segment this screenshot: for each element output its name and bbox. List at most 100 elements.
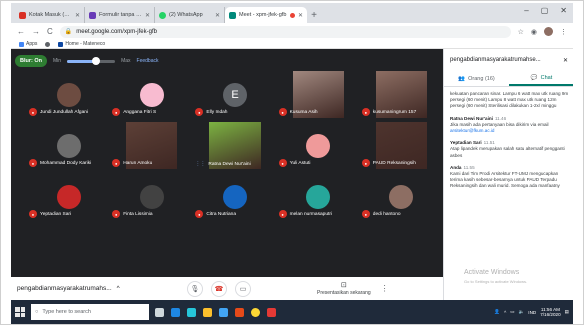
microphone-button[interactable]: 🎙 bbox=[187, 280, 203, 297]
message-sender: Anda bbox=[450, 164, 462, 170]
language-indicator[interactable]: IND bbox=[528, 310, 536, 315]
taskbar-apps bbox=[155, 307, 276, 317]
volume-icon[interactable]: 🔈 bbox=[519, 309, 525, 315]
participant-tile[interactable]: ⋮⋮ Ratna Dewi Nur'aini bbox=[195, 122, 275, 169]
minimize-button[interactable]: – bbox=[524, 6, 528, 15]
blur-slider[interactable] bbox=[67, 56, 116, 65]
browser-tab-gmail[interactable]: Kotak Masuk (140) - anisa@fkun ✕ bbox=[15, 7, 85, 23]
email-link[interactable]: arsitektur@fkum.ac.id bbox=[450, 128, 495, 133]
message-time: 11.46 bbox=[494, 115, 507, 121]
url-field[interactable]: 🔒 meet.google.com/xpm-jfek-gfb bbox=[59, 25, 511, 38]
tab-people[interactable]: 👥 Orang (16) bbox=[444, 71, 509, 86]
present-icon: ⊡ bbox=[340, 282, 347, 289]
menu-icon[interactable]: ⋮ bbox=[560, 28, 567, 36]
message-sender: Ratna Dewi Nur'aini bbox=[450, 115, 493, 121]
participant-name-row: ● Anggana Fitri S bbox=[112, 108, 156, 116]
participant-tile[interactable]: E ● Elly Indah bbox=[195, 71, 275, 118]
participant-name-row: ● dedi hantono bbox=[361, 210, 401, 218]
participant-tile[interactable]: ● Yuli Astuti bbox=[278, 122, 358, 169]
close-tab-icon[interactable]: ✕ bbox=[145, 12, 150, 19]
bookmark-globe[interactable] bbox=[45, 41, 51, 47]
chrome-icon[interactable] bbox=[251, 307, 260, 317]
feedback-link[interactable]: Feedback bbox=[137, 58, 159, 64]
participant-tile[interactable]: ● Finta Lissimia bbox=[112, 173, 192, 220]
mic-off-icon: ● bbox=[361, 210, 370, 218]
tab-chat[interactable]: 💬 Chat bbox=[509, 71, 573, 86]
participant-avatar bbox=[306, 133, 331, 158]
meet-icon bbox=[229, 11, 236, 19]
back-button[interactable]: ← bbox=[17, 27, 25, 36]
meeting-name: pengabdianmasyarakatrumahs... bbox=[17, 285, 112, 292]
url-text: meet.google.com/xpm-jfek-gfb bbox=[76, 28, 157, 35]
participant-tile[interactable]: ● Harun Amoku bbox=[112, 122, 192, 169]
speaking-icon: ⋮⋮ bbox=[195, 161, 206, 167]
app-icon[interactable] bbox=[267, 307, 276, 317]
notification-icon[interactable]: ▤ bbox=[565, 309, 569, 315]
participant-name-row: ● PAUD Reksaningsih bbox=[361, 159, 416, 167]
word-icon[interactable] bbox=[171, 307, 180, 317]
message-time: 11.55 bbox=[463, 164, 475, 170]
participant-name: Harun Amoku bbox=[123, 160, 153, 166]
mic-off-icon: ● bbox=[361, 108, 370, 116]
search-icon: ○ bbox=[35, 309, 39, 315]
edge-icon[interactable] bbox=[187, 307, 196, 317]
close-tab-icon[interactable]: ✕ bbox=[215, 12, 220, 19]
new-tab-button[interactable]: + bbox=[307, 8, 321, 22]
close-window-button[interactable]: ✕ bbox=[560, 6, 567, 15]
desktop: Kotak Masuk (140) - anisa@fkun ✕ Formuli… bbox=[11, 3, 573, 324]
meeting-details[interactable]: pengabdianmasyarakatrumahs... ^ bbox=[17, 285, 167, 292]
maximize-button[interactable]: ▢ bbox=[541, 6, 549, 15]
leave-call-button[interactable]: ☎ bbox=[211, 280, 227, 297]
participant-tile[interactable]: ● dedi hantono bbox=[361, 173, 441, 220]
mic-off-icon: ● bbox=[29, 159, 37, 167]
panel-title: pengabdianmasyarakatrumahse... bbox=[450, 57, 541, 63]
participant-tile[interactable]: ● Mohammad Dody Kariki bbox=[29, 122, 109, 169]
blur-slider-knob[interactable] bbox=[91, 56, 100, 65]
profile-avatar[interactable] bbox=[544, 27, 553, 36]
participant-tile[interactable]: ● kusumaningrum 157 bbox=[361, 71, 441, 118]
participant-name: melan nurmasaputri bbox=[289, 211, 332, 217]
taskbar-search[interactable]: ○ Type here to search bbox=[31, 304, 149, 320]
participant-name: Kusuma Asih bbox=[289, 109, 318, 115]
chevron-up-tray-icon[interactable]: ^ bbox=[504, 310, 506, 315]
blur-toggle[interactable]: Blur: On bbox=[15, 55, 47, 67]
battery-icon[interactable]: ▭ bbox=[510, 309, 514, 315]
store-icon[interactable] bbox=[219, 307, 228, 317]
browser-tab-forms[interactable]: Formulir tanpa judul - Google F ✕ bbox=[85, 7, 155, 23]
participant-tile[interactable]: ● Citra Nutriana bbox=[195, 173, 275, 220]
more-options-icon[interactable]: ⋮ bbox=[381, 284, 389, 293]
star-icon[interactable]: ☆ bbox=[518, 28, 524, 36]
participant-tile[interactable]: ● Kusuma Asih bbox=[278, 71, 358, 118]
camera-button[interactable]: ▭ bbox=[235, 280, 251, 297]
task-view-icon[interactable] bbox=[155, 307, 164, 317]
close-panel-icon[interactable]: ✕ bbox=[563, 57, 568, 64]
forward-button[interactable]: → bbox=[32, 27, 40, 36]
participant-tile[interactable]: ● Yeptadian Sari bbox=[29, 173, 109, 220]
participant-tile[interactable]: ● Anggana Fitri S bbox=[112, 71, 192, 118]
clock[interactable]: 11:56 AM 7/16/2020 bbox=[540, 307, 560, 318]
mic-off-icon: ● bbox=[29, 108, 37, 116]
participant-name: PAUD Reksaningsih bbox=[372, 160, 416, 166]
close-tab-icon[interactable]: ✕ bbox=[298, 12, 303, 19]
extension-icon[interactable]: ◉ bbox=[531, 28, 537, 36]
system-tray: 👤 ^ ▭ 🔈 IND 11:56 AM 7/16/2020 ▤ bbox=[494, 307, 569, 318]
reload-button[interactable]: C bbox=[47, 27, 53, 36]
close-tab-icon[interactable]: ✕ bbox=[75, 12, 80, 19]
participant-tile[interactable]: ● PAUD Reksaningsih bbox=[361, 122, 441, 169]
participant-tile[interactable]: ● melan nurmasaputri bbox=[278, 173, 358, 220]
file-explorer-icon[interactable] bbox=[203, 307, 212, 317]
bookmark-home[interactable]: Home - Mateneco bbox=[58, 41, 105, 47]
browser-tab-meet[interactable]: Meet - xpm-jfek-gfb ✕ bbox=[225, 7, 307, 23]
windows-start-icon[interactable] bbox=[15, 307, 25, 317]
panel-header: pengabdianmasyarakatrumahse... ✕ bbox=[450, 57, 568, 64]
camera-icon: ▭ bbox=[239, 285, 247, 293]
powerpoint-icon[interactable] bbox=[235, 307, 244, 317]
participant-avatar bbox=[139, 82, 164, 107]
participant-avatar bbox=[389, 184, 414, 209]
people-tray-icon[interactable]: 👤 bbox=[494, 309, 500, 315]
bookmark-apps[interactable]: Apps bbox=[19, 41, 37, 47]
message-text: Jika masih ada pertanyaan bisa dikirim v… bbox=[450, 121, 549, 127]
participant-tile[interactable]: ● Jundi Jundullah Afgani bbox=[29, 71, 109, 118]
browser-tab-whatsapp[interactable]: (2) WhatsApp ✕ bbox=[155, 7, 225, 23]
present-now-button[interactable]: ⊡ Presentasikan sekarang bbox=[317, 281, 371, 296]
